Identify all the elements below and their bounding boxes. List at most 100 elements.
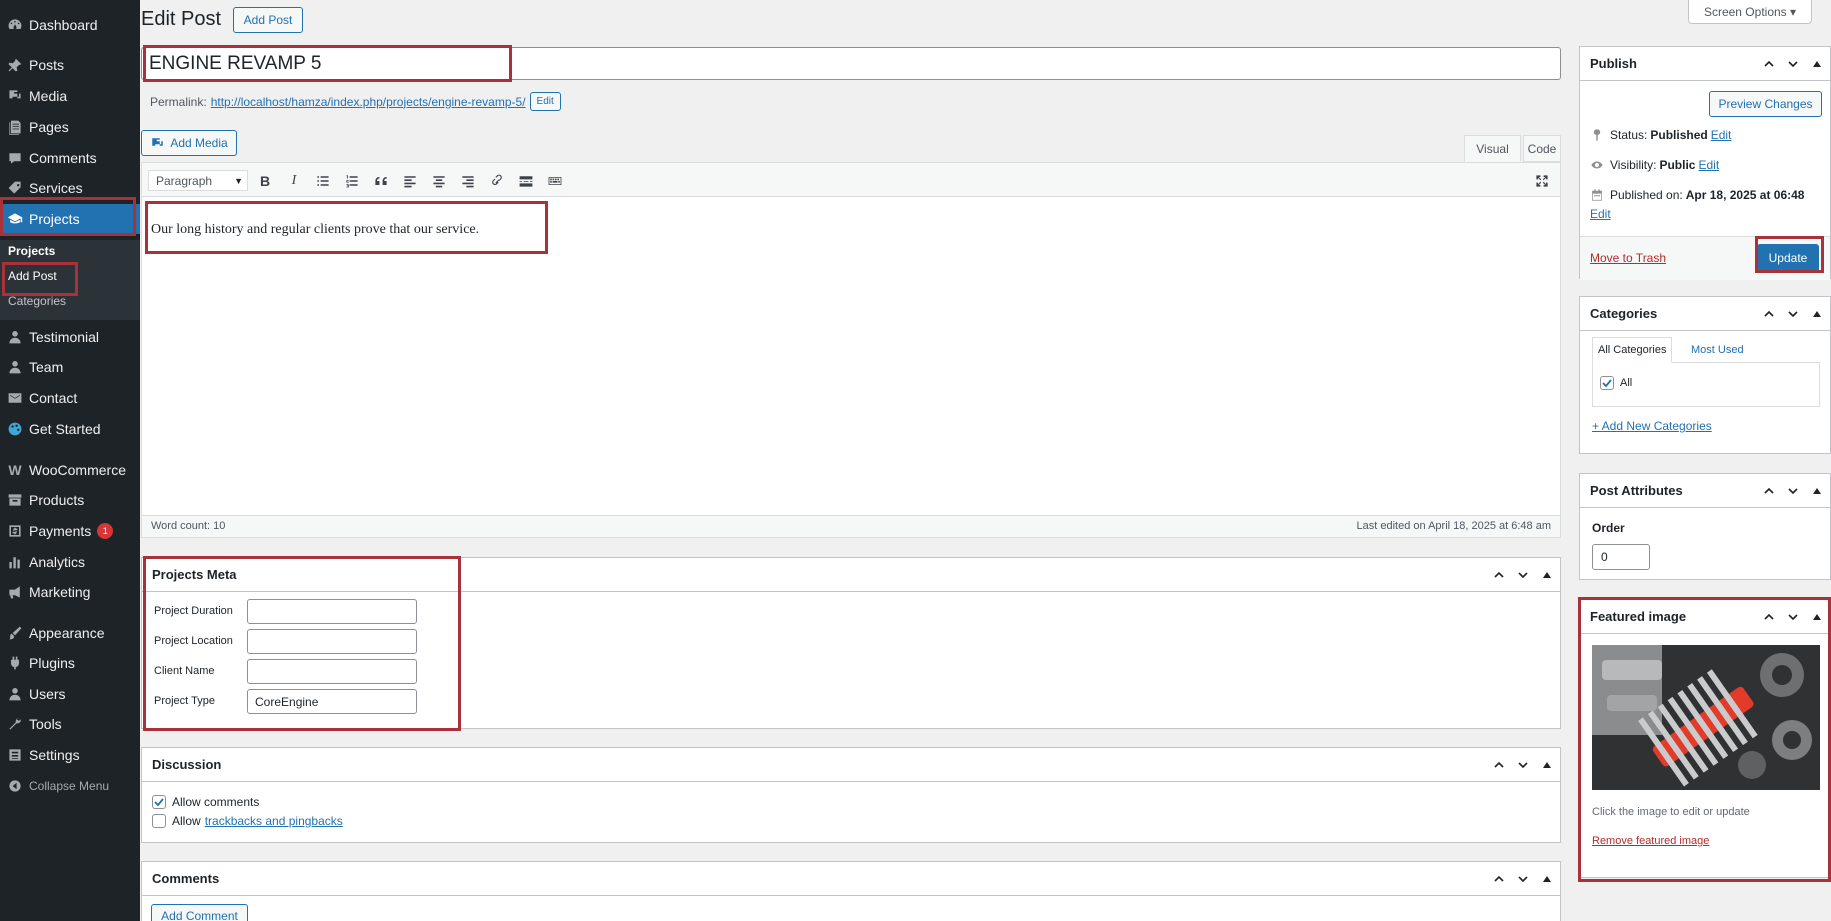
- post-attributes-header: Post Attributes: [1580, 474, 1830, 508]
- chevron-up-icon[interactable]: [1490, 870, 1508, 888]
- project-location-input[interactable]: [247, 629, 417, 654]
- sidebar-item-appearance[interactable]: Appearance: [0, 619, 140, 647]
- admin-sidebar: Dashboard Posts Media Pages Comments Ser…: [0, 0, 140, 921]
- sidebar-item-users[interactable]: Users: [0, 680, 140, 708]
- italic-button[interactable]: I: [284, 171, 304, 191]
- sidebar-item-tools[interactable]: Tools: [0, 710, 140, 738]
- caret-up-icon[interactable]: [1808, 608, 1826, 626]
- category-all-checkbox[interactable]: [1600, 376, 1614, 390]
- chevron-down-icon[interactable]: [1514, 566, 1532, 584]
- chevron-down-icon[interactable]: [1514, 756, 1532, 774]
- format-select[interactable]: Paragraph ▼: [148, 170, 248, 191]
- toolbar-toggle-button[interactable]: [545, 171, 565, 191]
- sidebar-item-dashboard[interactable]: Dashboard: [0, 11, 140, 39]
- tab-code[interactable]: Code: [1523, 135, 1561, 162]
- read-more-button[interactable]: [516, 171, 536, 191]
- submenu-projects[interactable]: Projects: [8, 244, 55, 258]
- tab-all-categories[interactable]: All Categories: [1592, 337, 1673, 363]
- content-editor: Paragraph ▼ B I Our long history and reg…: [141, 162, 1561, 538]
- allow-comments-checkbox[interactable]: [152, 795, 166, 809]
- sidebar-item-get-started[interactable]: Get Started: [0, 415, 140, 443]
- sidebar-item-comments[interactable]: Comments: [0, 144, 140, 172]
- chevron-up-icon[interactable]: [1490, 756, 1508, 774]
- project-type-input[interactable]: CoreEngine: [247, 689, 417, 714]
- order-input[interactable]: 0: [1592, 544, 1650, 570]
- submenu-categories[interactable]: Categories: [8, 294, 66, 308]
- align-right-button[interactable]: [458, 171, 478, 191]
- visibility-edit-link[interactable]: Edit: [1698, 158, 1719, 172]
- bold-button[interactable]: B: [255, 171, 275, 191]
- featured-image-thumbnail[interactable]: [1592, 645, 1820, 790]
- chevron-up-icon[interactable]: [1760, 608, 1778, 626]
- blockquote-button[interactable]: [371, 171, 391, 191]
- sidebar-item-woocommerce[interactable]: W WooCommerce: [0, 456, 140, 484]
- add-comment-button[interactable]: Add Comment: [151, 904, 248, 921]
- categories-title: Categories: [1590, 306, 1658, 321]
- client-name-input[interactable]: [247, 659, 417, 684]
- chevron-up-icon[interactable]: [1760, 482, 1778, 500]
- project-duration-input[interactable]: [247, 599, 417, 624]
- preview-changes-button[interactable]: Preview Changes: [1709, 91, 1822, 117]
- sidebar-item-analytics[interactable]: Analytics: [0, 548, 140, 576]
- screen-options-button[interactable]: Screen Options ▾: [1688, 0, 1812, 24]
- chevron-down-icon[interactable]: [1784, 482, 1802, 500]
- allow-trackbacks-checkbox[interactable]: [152, 814, 166, 828]
- sidebar-item-label: Dashboard: [29, 17, 98, 33]
- add-post-button[interactable]: Add Post: [233, 7, 303, 33]
- permalink-link[interactable]: http://localhost/hamza/index.php/project…: [211, 95, 526, 109]
- caret-up-icon[interactable]: [1538, 566, 1556, 584]
- fullscreen-button[interactable]: [1532, 171, 1552, 191]
- remove-featured-image-link[interactable]: Remove featured image: [1592, 835, 1709, 847]
- align-left-button[interactable]: [400, 171, 420, 191]
- insert-link-button[interactable]: [487, 171, 507, 191]
- add-new-category-link[interactable]: + Add New Categories: [1592, 419, 1712, 433]
- submenu-add-post[interactable]: Add Post: [8, 269, 57, 283]
- caret-up-icon[interactable]: [1538, 756, 1556, 774]
- sidebar-item-contact[interactable]: Contact: [0, 384, 140, 412]
- caret-up-icon[interactable]: [1538, 870, 1556, 888]
- pin-icon: [1593, 129, 1601, 141]
- sidebar-item-label: Media: [29, 88, 68, 104]
- chevron-down-icon[interactable]: [1784, 55, 1802, 73]
- post-title-input[interactable]: ENGINE REVAMP 5: [141, 47, 1561, 80]
- chevron-up-icon[interactable]: [1760, 305, 1778, 323]
- chevron-down-icon[interactable]: [1514, 870, 1532, 888]
- permalink-edit-button[interactable]: Edit: [529, 92, 561, 111]
- sidebar-item-products[interactable]: Products: [0, 486, 140, 514]
- chevron-up-icon[interactable]: [1490, 566, 1508, 584]
- sidebar-item-posts[interactable]: Posts: [0, 51, 140, 79]
- chevron-up-icon[interactable]: [1760, 55, 1778, 73]
- align-center-button[interactable]: [429, 171, 449, 191]
- bullet-list-button[interactable]: [313, 171, 333, 191]
- collapse-menu-button[interactable]: Collapse Menu: [0, 772, 140, 800]
- sidebar-item-marketing[interactable]: Marketing: [0, 578, 140, 606]
- add-media-button[interactable]: Add Media: [141, 130, 237, 156]
- sidebar-item-services[interactable]: Services: [0, 174, 140, 202]
- numbered-list-button[interactable]: [342, 171, 362, 191]
- sidebar-item-plugins[interactable]: Plugins: [0, 649, 140, 677]
- post-content-text[interactable]: Our long history and regular clients pro…: [151, 222, 479, 238]
- trackbacks-link[interactable]: trackbacks and pingbacks: [205, 814, 343, 828]
- sidebar-item-team[interactable]: Team: [0, 353, 140, 381]
- box-controls: [1490, 756, 1556, 774]
- chevron-down-icon[interactable]: [1784, 305, 1802, 323]
- caret-up-icon[interactable]: [1808, 305, 1826, 323]
- caret-up-icon[interactable]: [1808, 55, 1826, 73]
- sidebar-item-projects[interactable]: Projects: [0, 204, 140, 234]
- sidebar-item-label: Tools: [29, 716, 62, 732]
- tab-visual[interactable]: Visual: [1464, 135, 1521, 162]
- sidebar-item-label: Plugins: [29, 655, 75, 671]
- sidebar-item-settings[interactable]: Settings: [0, 741, 140, 769]
- tab-most-used[interactable]: Most Used: [1686, 337, 1749, 363]
- chevron-down-icon[interactable]: [1784, 608, 1802, 626]
- published-edit-link[interactable]: Edit: [1590, 207, 1611, 221]
- sidebar-item-testimonial[interactable]: Testimonial: [0, 323, 140, 351]
- status-edit-link[interactable]: Edit: [1711, 128, 1732, 142]
- sidebar-item-pages[interactable]: Pages: [0, 113, 140, 141]
- sidebar-item-payments[interactable]: Payments 1: [0, 517, 140, 545]
- sidebar-item-media[interactable]: Media: [0, 82, 140, 110]
- sidebar-item-label: Posts: [29, 57, 65, 73]
- update-button[interactable]: Update: [1757, 244, 1819, 272]
- caret-up-icon[interactable]: [1808, 482, 1826, 500]
- move-to-trash-link[interactable]: Move to Trash: [1590, 251, 1666, 265]
